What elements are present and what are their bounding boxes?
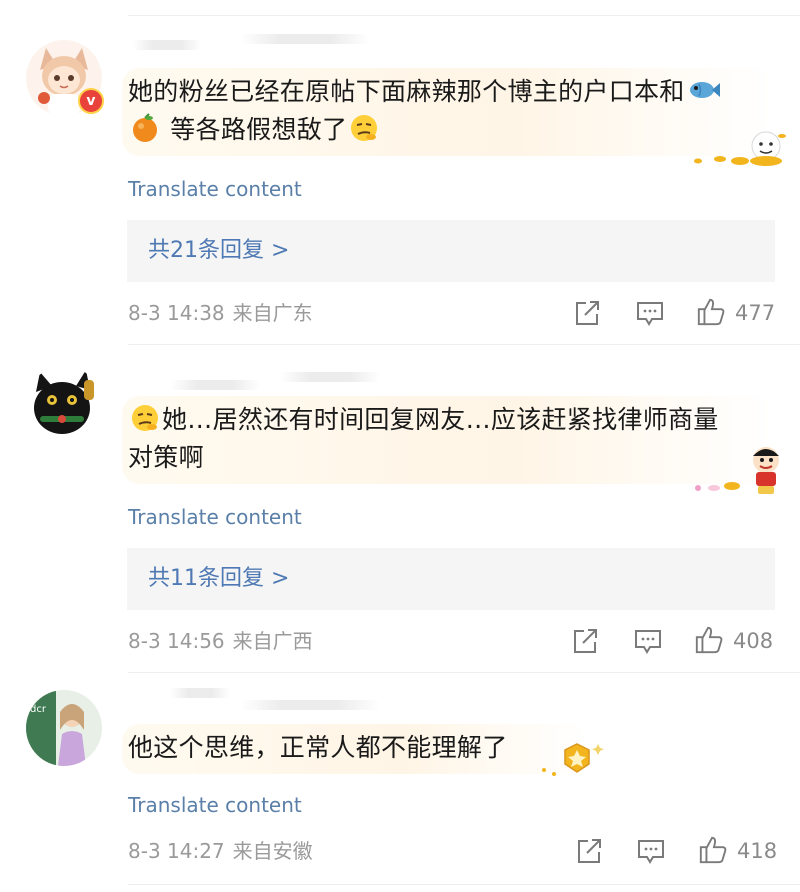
gold-badge-decoration-icon [542,743,604,776]
fish-emoji-icon [687,75,720,105]
avatar[interactable]: dcr [26,690,102,766]
like-icon[interactable] [696,297,726,327]
translate-link[interactable]: Translate content [128,504,302,530]
cartoon-boy-decoration-icon [695,447,779,494]
location: 来自安徽 [232,839,313,863]
timestamp: 8-3 14:56 [128,629,225,653]
comment-feed: v 她的粉丝已经在原帖下面麻辣那个博主的户口本和 等各路假想敌了 Transla… [0,0,800,892]
username-blurred[interactable] [132,40,202,50]
translate-link[interactable]: Translate content [128,176,302,202]
username-blurred[interactable] [170,380,260,390]
location: 来自广东 [232,301,313,325]
timestamp: 8-3 14:38 [128,301,225,325]
comment-text-line1: 她的粉丝已经在原帖下面麻辣那个博主的户口本和 [128,77,685,106]
comment-icon[interactable] [636,298,664,328]
verified-badge-icon: v [78,88,104,114]
username-blurred-2 [280,372,380,382]
avatar[interactable] [26,366,102,442]
like-count: 418 [737,839,778,863]
username-blurred[interactable] [170,688,230,698]
divider [128,884,800,885]
like-icon[interactable] [694,625,724,655]
gold-ingot-decoration-icon [694,131,786,166]
svg-text:dcr: dcr [30,704,47,715]
username-blurred-2 [240,34,370,44]
comment-meta: 8-3 14:56 来自广西 [128,628,313,654]
comment-text: 她的粉丝已经在原帖下面麻辣那个博主的户口本和 等各路假想敌了 [128,73,768,149]
share-icon[interactable] [575,836,603,866]
location: 来自广西 [232,629,313,653]
timestamp: 8-3 14:27 [128,839,225,863]
comment-text: 她…居然还有时间回复网友…应该赶紧找律师商量 对策啊 [128,401,768,477]
like-count: 477 [735,301,776,325]
divider [128,344,800,345]
comment-text-line2: 等各路假想敌了 [170,115,348,144]
comment-text: 他这个思维，正常人都不能理解了 [128,729,768,767]
comment-icon[interactable] [637,836,665,866]
comment-meta: 8-3 14:38 来自广东 [128,300,313,326]
comment-text-line1: 她…居然还有时间回复网友…应该赶紧找律师商量 [162,405,719,434]
view-replies-button[interactable]: 共21条回复 > [127,220,775,282]
like-icon[interactable] [698,835,728,865]
comment-text-line1: 他这个思维，正常人都不能理解了 [128,733,508,762]
orange-emoji-icon [130,113,160,143]
comment-text-line2: 对策啊 [128,443,204,472]
comment-meta: 8-3 14:27 来自安徽 [128,838,313,864]
view-replies-button[interactable]: 共11条回复 > [127,548,775,610]
like-count: 408 [733,629,774,653]
translate-link[interactable]: Translate content [128,792,302,818]
divider [128,15,800,16]
thinking-face-emoji-icon [130,403,160,433]
username-blurred-2 [240,700,380,710]
thinking-face-emoji-icon [349,113,379,143]
comment-icon[interactable] [634,626,662,656]
divider [128,672,800,673]
share-icon[interactable] [571,626,599,656]
share-icon[interactable] [573,298,601,328]
